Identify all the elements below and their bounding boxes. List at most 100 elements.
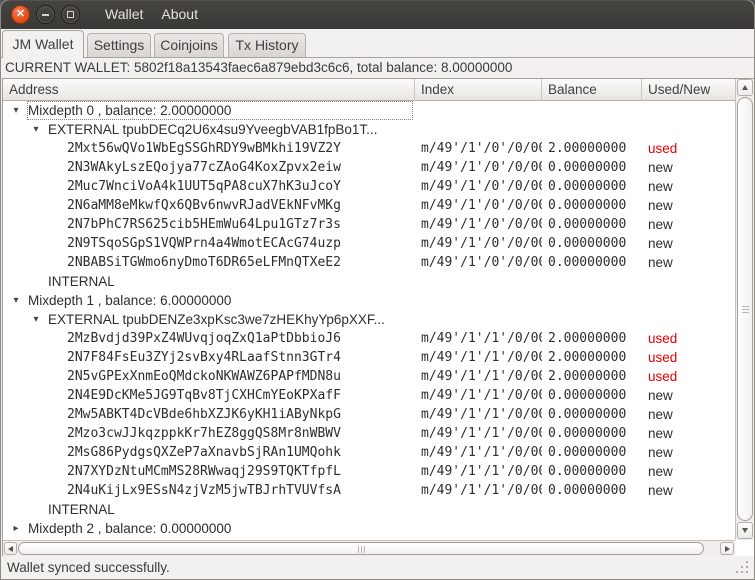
address-cell: 2N4uKijLx9ESsN4zjVzM5jwTBJrhTVUVfsA (3, 481, 415, 500)
column-header-used-new[interactable]: Used/New (642, 79, 735, 101)
table-row[interactable]: 2N7XYDzNtuMCmMS28RWwaqj29S9TQKTfpfL m/49'… (3, 462, 735, 481)
tree-item-label: 2MsG86PydgsQXZeP7aXnavbSjRAn1UMQohk (67, 445, 341, 460)
resize-grip-icon[interactable] (736, 561, 738, 563)
status-cell: new (648, 483, 673, 498)
table-row[interactable]: 2Mxt56wQVo1WbEgSSGhRDY9wBMkhi19VZ2Y m/49'… (3, 139, 735, 158)
table-row[interactable]: 2N9TSqoSGpS1VQWPrn4a4WmotECAcG74uzp m/49'… (3, 234, 735, 253)
close-button[interactable]: ✕ (11, 5, 30, 24)
balance-cell: 0.00000000 (548, 255, 627, 270)
scroll-left-button[interactable] (4, 542, 17, 555)
horizontal-scroll-thumb[interactable] (18, 542, 704, 555)
expander-open-icon[interactable]: ▾ (31, 310, 41, 329)
status-cell: new (648, 255, 673, 270)
index-cell: m/49'/1'/1'/0/007 (421, 464, 542, 479)
minimize-icon (42, 13, 49, 16)
menubar: Wallet About (96, 0, 207, 29)
balance-cell: 2.00000000 (548, 331, 627, 346)
address-cell: ▾INTERNAL (3, 272, 415, 291)
minimize-button[interactable] (36, 5, 55, 24)
column-header-address[interactable]: Address (3, 79, 415, 101)
table-row[interactable]: 2MzBvdjd39PxZ4WUvqjoqZxQ1aPtDbbioJ6 m/49'… (3, 329, 735, 348)
address-cell: 2NBABSiTGWmo6nyDmoT6DR65eLFMnQTXeE2 (3, 253, 415, 272)
status-text: Wallet synced successfully. (7, 560, 170, 575)
tab-coinjoins[interactable]: Coinjoins (154, 33, 224, 57)
table-row[interactable]: ▾INTERNAL (3, 272, 735, 291)
table-row[interactable]: ▾INTERNAL (3, 500, 735, 519)
table-row[interactable]: 2N6aMM8eMkwfQx6QBv6nwvRJadVEkNFvMKg m/49'… (3, 196, 735, 215)
status-cell: new (648, 426, 673, 441)
balance-cell: 0.00000000 (548, 179, 627, 194)
table-row[interactable]: 2Mw5ABKT4DcVBde6hbXZJK6yKH1iAByNkpG m/49'… (3, 405, 735, 424)
table-row[interactable]: ▾ Mixdepth 1 , balance: 6.00000000 (3, 291, 735, 310)
status-cell: used (648, 141, 678, 156)
address-cell: ▸ Mixdepth 2 , balance: 0.00000000 (3, 519, 415, 538)
table-row[interactable]: 2N7F84FsEu3ZYj2svBxy4RLaafStnn3GTr4 m/49'… (3, 348, 735, 367)
table-row[interactable]: 2MsG86PydgsQXZeP7aXnavbSjRAn1UMQohk m/49'… (3, 443, 735, 462)
address-cell: 2Mw5ABKT4DcVBde6hbXZJK6yKH1iAByNkpG (3, 405, 415, 424)
column-header-index[interactable]: Index (415, 79, 542, 101)
maximize-button[interactable] (61, 5, 80, 24)
tree-item-label: 2N7F84FsEu3ZYj2svBxy4RLaafStnn3GTr4 (67, 350, 341, 365)
table-row[interactable]: ▾ Mixdepth 0 , balance: 2.00000000 (3, 101, 735, 120)
table-row[interactable]: 2N4E9DcKMe5JG9TqBv8TjCXHCmYEoKPXafF m/49'… (3, 386, 735, 405)
status-cell: new (648, 407, 673, 422)
address-cell: ▾ EXTERNAL tpubDECq2U6x4su9YveegbVAB1fpBo… (3, 120, 415, 139)
status-cell: used (648, 350, 678, 365)
scroll-down-button[interactable] (737, 522, 753, 539)
menu-item-wallet[interactable]: Wallet (96, 0, 152, 29)
status-cell: new (648, 445, 673, 460)
menu-item-about[interactable]: About (152, 0, 207, 29)
horizontal-scrollbar[interactable] (3, 540, 735, 556)
table-row[interactable]: ▾ EXTERNAL tpubDENZe3xpKsc3we7zHEKhyYp6pX… (3, 310, 735, 329)
table-header: Address Index Balance Used/New (3, 79, 735, 101)
table-row[interactable]: 2Mzo3cwJJkqzppkKr7hEZ8ggQS8Mr8nWBWV m/49'… (3, 424, 735, 443)
tree-item-label: 2Muc7WnciVoA4k1UUT5qPA8cuX7hK3uJcoY (67, 179, 341, 194)
vertical-scrollbar[interactable] (735, 79, 754, 540)
table-row[interactable]: 2N3WAkyLszEQojya77cZAoG4KoxZpvx2eiw m/49'… (3, 158, 735, 177)
table-row[interactable]: 2N4uKijLx9ESsN4zjVzM5jwTBJrhTVUVfsA m/49'… (3, 481, 735, 500)
status-bar: Wallet synced successfully. (1, 556, 754, 579)
tree-item-label: Mixdepth 2 , balance: 0.00000000 (28, 521, 232, 536)
expander-open-icon[interactable]: ▾ (31, 120, 41, 139)
tree-item-label: 2Mzo3cwJJkqzppkKr7hEZ8ggQS8Mr8nWBWV (67, 426, 341, 441)
tree-item-label: EXTERNAL tpubDECq2U6x4su9YveegbVAB1fpBo1… (48, 122, 378, 137)
expander-open-icon[interactable]: ▾ (11, 101, 21, 120)
address-cell: 2N7F84FsEu3ZYj2svBxy4RLaafStnn3GTr4 (3, 348, 415, 367)
address-cell: 2N3WAkyLszEQojya77cZAoG4KoxZpvx2eiw (3, 158, 415, 177)
status-cell: new (648, 198, 673, 213)
index-cell: m/49'/1'/0'/0/005 (421, 236, 542, 251)
tree-item-label: 2N3WAkyLszEQojya77cZAoG4KoxZpvx2eiw (67, 160, 341, 175)
index-cell: m/49'/1'/1'/0/005 (421, 426, 542, 441)
table-row[interactable]: ▾ EXTERNAL tpubDECq2U6x4su9YveegbVAB1fpBo… (3, 120, 735, 139)
status-cell: new (648, 217, 673, 232)
scroll-right-button[interactable] (720, 542, 734, 555)
table-row[interactable]: 2Muc7WnciVoA4k1UUT5qPA8cuX7hK3uJcoY m/49'… (3, 177, 735, 196)
tree-item-label: 2NBABSiTGWmo6nyDmoT6DR65eLFMnQTXeE2 (67, 255, 341, 270)
tree-item-label: Mixdepth 0 , balance: 2.00000000 (28, 103, 232, 118)
tab-settings[interactable]: Settings (87, 33, 151, 57)
vertical-scroll-thumb[interactable] (737, 97, 753, 521)
address-cell: 2N9TSqoSGpS1VQWPrn4a4WmotECAcG74uzp (3, 234, 415, 253)
column-header-balance[interactable]: Balance (542, 79, 642, 101)
status-cell: new (648, 464, 673, 479)
tab-tx-history[interactable]: Tx History (228, 33, 306, 57)
tab-jm-wallet[interactable]: JM Wallet (2, 30, 84, 58)
table-row[interactable]: ▸ Mixdepth 2 , balance: 0.00000000 (3, 519, 735, 538)
scroll-up-button[interactable] (737, 79, 753, 96)
address-cell: 2Mxt56wQVo1WbEgSSGhRDY9wBMkhi19VZ2Y (3, 139, 415, 158)
balance-cell: 0.00000000 (548, 160, 627, 175)
address-cell: 2MsG86PydgsQXZeP7aXnavbSjRAn1UMQohk (3, 443, 415, 462)
expander-open-icon[interactable]: ▾ (11, 291, 21, 310)
table-row[interactable]: 2N5vGPExXnmEoQMdckoNKWAWZ6PAPfMDN8u m/49'… (3, 367, 735, 386)
tab-pane-border (1, 57, 754, 58)
arrow-right-icon (724, 545, 730, 552)
table-row[interactable]: 2NBABSiTGWmo6nyDmoT6DR65eLFMnQTXeE2 m/49'… (3, 253, 735, 272)
expander-closed-icon[interactable]: ▸ (11, 519, 21, 538)
titlebar: ✕ Wallet About (1, 0, 754, 29)
index-cell: m/49'/1'/1'/0/004 (421, 407, 542, 422)
balance-cell: 0.00000000 (548, 198, 627, 213)
table-row[interactable]: 2N7bPhC7RS625cib5HEmWu64Lpu1GTz7r3s m/49'… (3, 215, 735, 234)
address-cell: 2MzBvdjd39PxZ4WUvqjoqZxQ1aPtDbbioJ6 (3, 329, 415, 348)
balance-cell: 2.00000000 (548, 141, 627, 156)
balance-cell: 0.00000000 (548, 483, 627, 498)
